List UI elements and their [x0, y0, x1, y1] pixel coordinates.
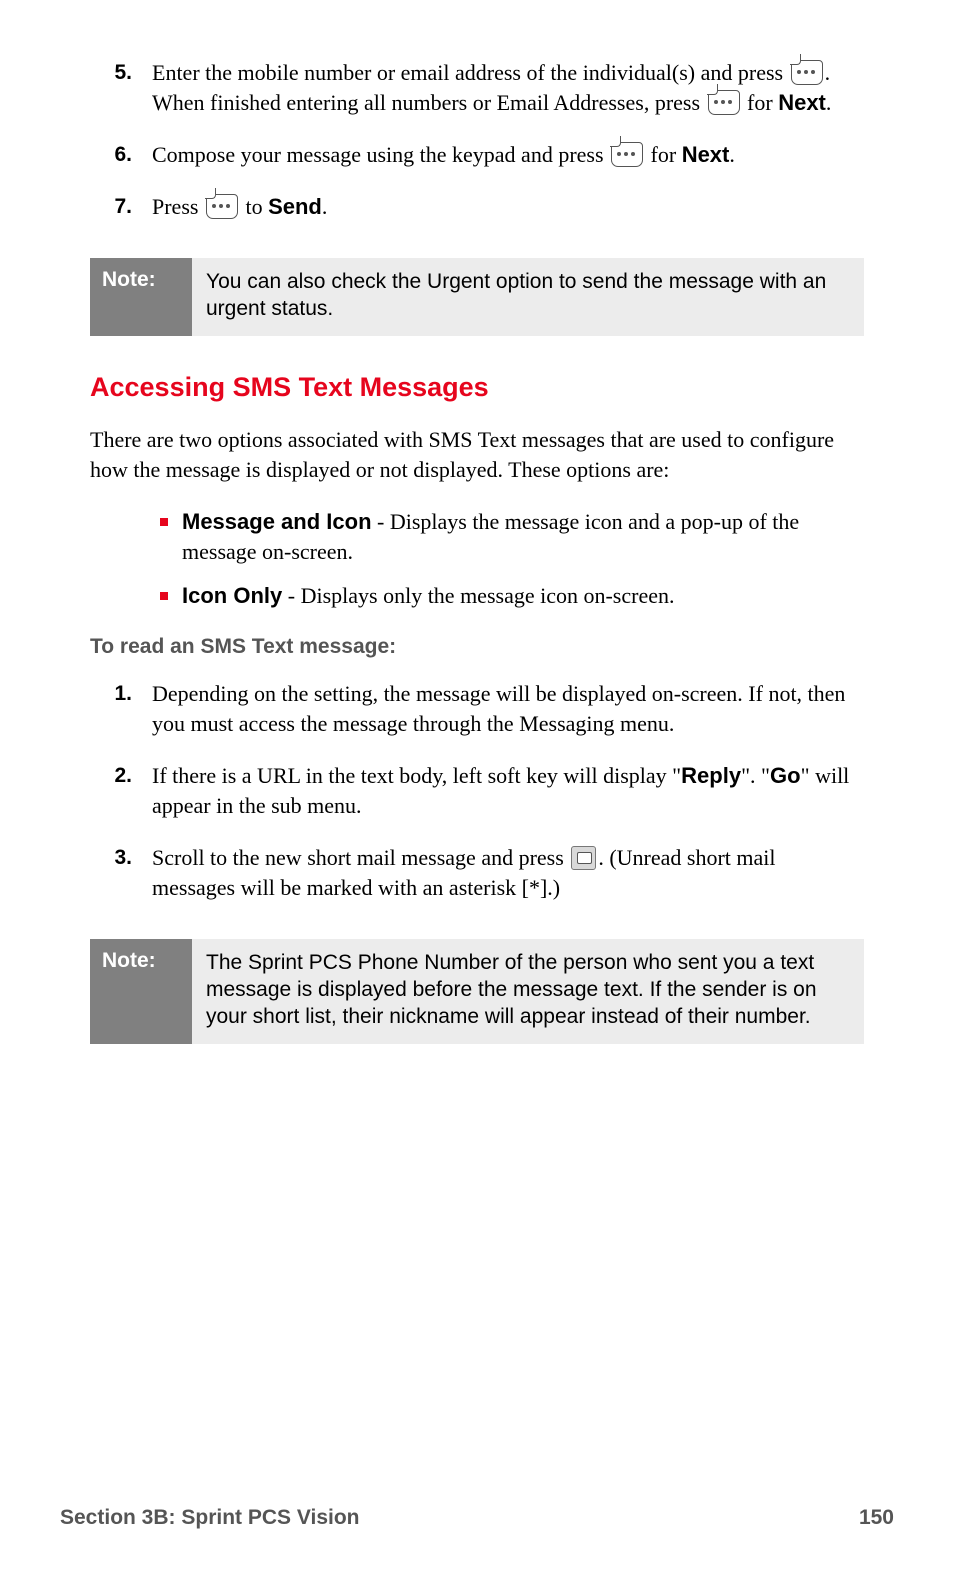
step-body: Depending on the setting, the message wi…: [152, 679, 864, 739]
step-item: 7.Press to Send.: [90, 192, 864, 222]
step-body: Compose your message using the keypad an…: [152, 140, 864, 170]
steps-list-a: 5.Enter the mobile number or email addre…: [90, 58, 864, 222]
step-number: 2.: [90, 761, 152, 791]
key-icon: [708, 90, 740, 115]
step-item: 6.Compose your message using the keypad …: [90, 140, 864, 170]
note-text: The Sprint PCS Phone Number of the perso…: [192, 939, 864, 1044]
note-label: Note:: [90, 258, 192, 336]
step-body: Enter the mobile number or email address…: [152, 58, 864, 118]
step-body: If there is a URL in the text body, left…: [152, 761, 864, 821]
step-number: 3.: [90, 843, 152, 873]
key-icon: [206, 194, 238, 219]
steps-list-b: 1.Depending on the setting, the message …: [90, 679, 864, 903]
step-number: 1.: [90, 679, 152, 709]
page-footer: Section 3B: Sprint PCS Vision 150: [60, 1506, 894, 1530]
bullet-item: Message and Icon - Displays the message …: [182, 507, 864, 567]
step-number: 7.: [90, 192, 152, 222]
note-box-sender: Note: The Sprint PCS Phone Number of the…: [90, 939, 864, 1044]
note-text: You can also check the Urgent option to …: [192, 258, 864, 336]
step-item: 2.If there is a URL in the text body, le…: [90, 761, 864, 821]
options-bullets: Message and Icon - Displays the message …: [90, 507, 864, 611]
step-body: Press to Send.: [152, 192, 864, 222]
note-box-urgent: Note: You can also check the Urgent opti…: [90, 258, 864, 336]
step-item: 1.Depending on the setting, the message …: [90, 679, 864, 739]
key-icon: [791, 60, 823, 85]
step-item: 5.Enter the mobile number or email addre…: [90, 58, 864, 118]
step-number: 5.: [90, 58, 152, 88]
step-body: Scroll to the new short mail message and…: [152, 843, 864, 903]
intro-paragraph: There are two options associated with SM…: [90, 425, 864, 485]
sub-heading: To read an SMS Text message:: [90, 635, 864, 659]
key-icon: [611, 142, 643, 167]
section-heading: Accessing SMS Text Messages: [90, 372, 864, 403]
keySq-icon: [571, 846, 596, 870]
note-label: Note:: [90, 939, 192, 1044]
footer-page: 150: [859, 1506, 894, 1530]
manual-page: 5.Enter the mobile number or email addre…: [0, 0, 954, 1590]
step-item: 3.Scroll to the new short mail message a…: [90, 843, 864, 903]
footer-section: Section 3B: Sprint PCS Vision: [60, 1506, 360, 1530]
bullet-item: Icon Only - Displays only the message ic…: [182, 581, 864, 611]
step-number: 6.: [90, 140, 152, 170]
